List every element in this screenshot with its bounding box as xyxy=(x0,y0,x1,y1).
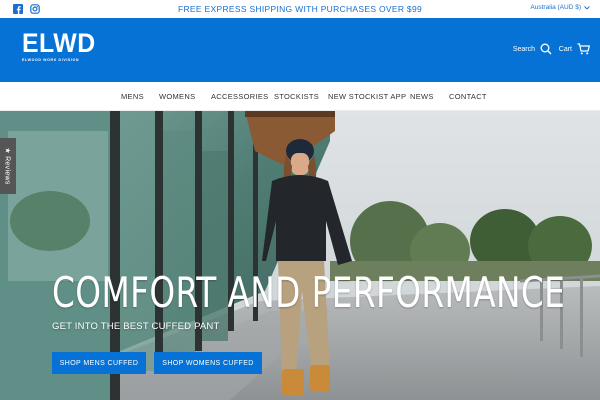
facebook-icon[interactable] xyxy=(12,3,23,14)
search-label: Search xyxy=(512,45,535,53)
nav-item-new-stockist-app[interactable]: NEW STOCKIST APP xyxy=(328,92,406,101)
shop-womens-cuffed-button[interactable]: SHOP WOMENS CUFFED xyxy=(154,352,262,374)
brand-logo[interactable]: ELWD ELWOOD WORK DIVISION xyxy=(22,28,102,63)
hero-title: COMFORT AND PERFORMANCE xyxy=(52,268,566,317)
announcement-bar: FREE EXPRESS SHIPPING WITH PURCHASES OVE… xyxy=(0,0,600,18)
hero-subtitle: GET INTO THE BEST CUFFED PANT xyxy=(52,321,220,332)
nav-item-mens[interactable]: MENS xyxy=(121,92,144,101)
main-nav: MENS WOMENS ACCESSORIES STOCKISTS NEW ST… xyxy=(0,82,600,111)
nav-item-stockists[interactable]: STOCKISTS xyxy=(274,92,319,101)
instagram-icon[interactable] xyxy=(29,3,40,14)
cart-label: Cart xyxy=(558,45,572,53)
nav-item-news[interactable]: NEWS xyxy=(410,92,434,101)
shop-mens-cuffed-button[interactable]: SHOP MENS CUFFED xyxy=(52,352,146,374)
promo-text: FREE EXPRESS SHIPPING WITH PURCHASES OVE… xyxy=(178,4,422,14)
nav-item-accessories[interactable]: ACCESSORIES xyxy=(211,92,268,101)
site-header: ELWD ELWOOD WORK DIVISION Search Cart xyxy=(0,18,600,82)
cart-icon xyxy=(577,43,590,55)
nav-item-womens[interactable]: WOMENS xyxy=(159,92,195,101)
logo-subtitle: ELWOOD WORK DIVISION xyxy=(22,58,80,62)
currency-label: Australia (AUD $) xyxy=(530,4,581,11)
search-link[interactable]: Search xyxy=(513,43,552,55)
hero-banner: COMFORT AND PERFORMANCE GET INTO THE BES… xyxy=(0,111,600,400)
reviews-tab[interactable]: ★ Reviews xyxy=(0,138,16,194)
chevron-down-icon xyxy=(584,5,590,10)
logo-mark: ELWD xyxy=(22,28,96,58)
social-links xyxy=(12,3,40,14)
cart-link[interactable]: Cart xyxy=(559,43,590,55)
nav-item-contact[interactable]: CONTACT xyxy=(449,92,487,101)
search-icon xyxy=(540,43,552,55)
currency-selector[interactable]: Australia (AUD $) xyxy=(530,4,590,11)
reviews-tab-label: ★ Reviews xyxy=(4,147,11,185)
